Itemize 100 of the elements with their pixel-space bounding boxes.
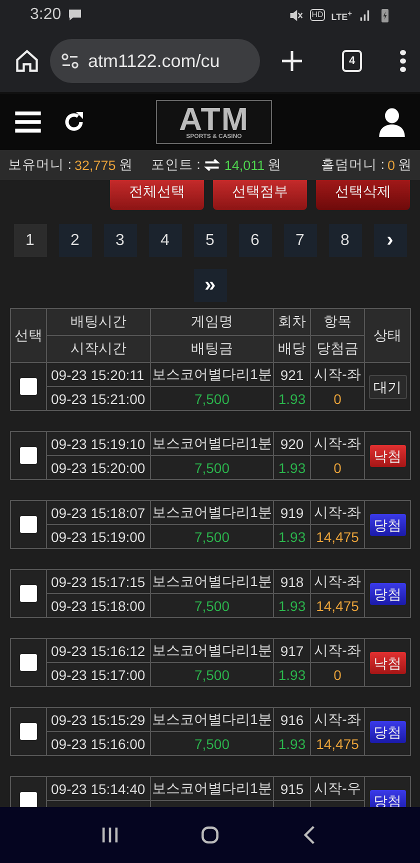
start-time: 09-23 15:16:00 — [51, 736, 146, 752]
menu-icon — [14, 109, 42, 135]
payout: 0 — [334, 460, 342, 476]
column-header: 회차 — [274, 308, 310, 336]
status-badge: 당첨 — [370, 720, 406, 742]
bet-time: 09-23 15:17:15 — [51, 574, 146, 590]
page-button[interactable]: 3 — [104, 224, 136, 257]
start-time: 09-23 15:21:00 — [51, 390, 146, 406]
action-button[interactable]: 선택점부 — [213, 180, 307, 210]
odds: 1.93 — [278, 666, 306, 682]
home-button[interactable] — [199, 824, 221, 846]
row-checkbox[interactable] — [20, 516, 37, 534]
column-header: 당첨금 — [310, 336, 364, 362]
tab-count-button[interactable]: 4 — [342, 50, 362, 72]
transfer-icon — [203, 157, 222, 173]
payout: 0 — [334, 666, 342, 682]
bet-time: 09-23 15:16:12 — [51, 642, 146, 658]
start-time: 09-23 15:18:00 — [51, 598, 146, 614]
game-name: 보스코어별다리1분 — [152, 642, 272, 658]
page-nav-button[interactable]: » — [194, 269, 226, 302]
status-badge: 당첨 — [370, 582, 406, 604]
currency-unit: 원 — [398, 156, 412, 174]
game-name: 보스코어별다리1분 — [152, 710, 272, 726]
start-time: 09-23 15:19:00 — [51, 528, 146, 544]
row-checkbox[interactable] — [20, 654, 37, 672]
account-button[interactable] — [378, 107, 406, 137]
signal-icon — [358, 8, 372, 22]
payout: 14,475 — [316, 528, 359, 544]
column-header: 상태 — [364, 308, 410, 362]
row-checkbox[interactable] — [20, 447, 37, 464]
refresh-button[interactable] — [62, 110, 86, 134]
page-button[interactable]: 5 — [194, 224, 226, 257]
page-nav-button[interactable]: › — [374, 224, 406, 257]
status-badge: 대기 — [368, 374, 406, 398]
balance-value: 32,775 — [74, 158, 116, 172]
page-button[interactable]: 2 — [58, 224, 92, 257]
odds: 1.93 — [278, 390, 306, 406]
site-settings-icon — [60, 51, 80, 71]
bet-amount: 7,500 — [194, 528, 230, 544]
new-tab-button[interactable] — [280, 49, 304, 73]
network-label: LTE$^{+}$ — [331, 8, 352, 22]
balance-label: 홀덤머니 : — [320, 156, 384, 174]
column-header: 항목 — [310, 308, 364, 336]
menu-button[interactable] — [14, 109, 42, 135]
status-badge: 낙첨 — [370, 444, 406, 466]
round-number: 920 — [280, 436, 304, 452]
more-icon — [400, 50, 406, 72]
page-button[interactable]: 7 — [284, 224, 316, 257]
page-button[interactable]: 6 — [238, 224, 272, 257]
odds: 1.93 — [278, 460, 306, 476]
bet-pick: 시작-좌 — [314, 642, 361, 658]
column-header: 배팅시간 — [46, 308, 150, 336]
page-button[interactable]: 8 — [328, 224, 362, 257]
balance-value: 0 — [387, 158, 395, 172]
bet-pick: 시작-좌 — [314, 572, 361, 588]
refresh-icon — [62, 110, 86, 134]
status-badge: 당첨 — [370, 514, 406, 536]
payout: 14,475 — [316, 736, 359, 752]
start-time: 09-23 15:17:00 — [51, 666, 146, 682]
column-header: 배팅금 — [150, 336, 274, 362]
menu-button[interactable] — [400, 50, 406, 72]
bet-time: 09-23 15:18:07 — [51, 504, 146, 520]
game-name: 보스코어별다리1분 — [152, 504, 272, 520]
balance-label: 보유머니 : — [8, 156, 72, 174]
url-text: atm1122.com/cu — [88, 50, 220, 72]
bet-pick: 시작-좌 — [314, 434, 361, 450]
row-checkbox[interactable] — [20, 378, 37, 396]
row-checkbox[interactable] — [20, 723, 37, 740]
game-name: 보스코어별다리1분 — [152, 780, 272, 796]
column-header: 게임명 — [150, 308, 274, 336]
action-button[interactable]: 전체선택 — [110, 180, 204, 210]
round-number: 917 — [280, 642, 304, 658]
status-badge: 낙첨 — [370, 652, 406, 674]
bet-pick: 시작-좌 — [314, 710, 361, 726]
clock-time: 3:20 — [30, 6, 62, 24]
game-name: 보스코어별다리1분 — [152, 366, 272, 382]
row-checkbox[interactable] — [20, 585, 37, 602]
game-name: 보스코어별다리1분 — [152, 434, 272, 450]
bet-time: 09-23 15:20:11 — [51, 366, 144, 382]
action-button[interactable]: 선택삭제 — [316, 180, 410, 210]
odds: 1.93 — [278, 528, 306, 544]
address-field[interactable]: atm1122.com/cu — [50, 39, 260, 83]
mute-icon — [288, 8, 304, 22]
game-name: 보스코어별다리1분 — [152, 572, 272, 588]
round-number: 919 — [280, 504, 304, 520]
bet-amount: 7,500 — [194, 460, 230, 476]
odds: 1.93 — [278, 598, 306, 614]
column-header: 시작시간 — [46, 336, 150, 362]
bet-time: 09-23 15:19:10 — [51, 436, 146, 452]
home-button[interactable] — [14, 48, 40, 74]
payout: 14,475 — [316, 598, 359, 614]
round-number: 916 — [280, 712, 304, 728]
page-button[interactable]: 1 — [14, 224, 46, 257]
bet-time: 09-23 15:15:29 — [51, 712, 146, 728]
hd-label: HD — [310, 9, 326, 21]
bet-time: 09-23 15:14:40 — [51, 780, 146, 796]
odds: 1.93 — [278, 736, 306, 752]
column-header: 선택 — [10, 308, 46, 362]
bet-pick: 시작-좌 — [314, 366, 361, 382]
page-button[interactable]: 4 — [148, 224, 182, 257]
